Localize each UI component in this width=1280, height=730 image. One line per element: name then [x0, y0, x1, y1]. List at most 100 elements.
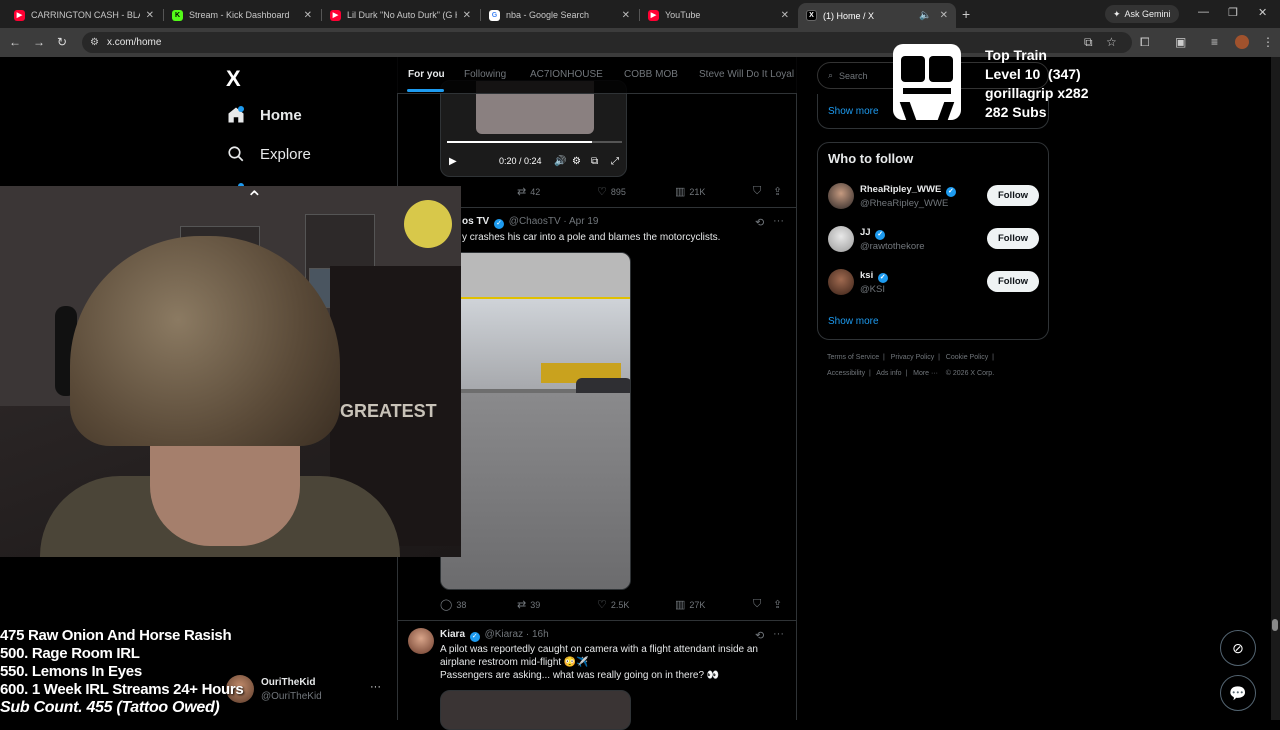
nav-icon-partial[interactable]: ⌃	[246, 186, 263, 211]
sidebar-icon[interactable]: ▣	[1175, 35, 1186, 49]
bookmark-button[interactable]: ⛉	[753, 185, 761, 198]
close-tab-icon[interactable]: ✕	[940, 10, 948, 21]
reply-button[interactable]: ◯ 38	[440, 598, 466, 611]
footer-link-privacy[interactable]: Privacy Policy	[891, 354, 935, 361]
repost-button[interactable]: ⇄ 42	[517, 185, 540, 198]
x-logo[interactable]: X	[226, 66, 241, 92]
like-button[interactable]: ♡ 895	[597, 185, 626, 198]
suggestion-handle[interactable]: @KSI	[860, 284, 885, 295]
tab-cobb-mob[interactable]: COBB MOB	[624, 69, 678, 80]
pip-icon[interactable]: ⧉	[591, 156, 598, 167]
copyright-text: © 2026 X Corp.	[945, 370, 995, 377]
tab-for-you[interactable]: For you	[408, 69, 445, 80]
account-menu-icon[interactable]: ···	[370, 681, 381, 693]
suggestion-name[interactable]: RheaRipley_WWE ✓	[860, 184, 958, 197]
footer-link-cookies[interactable]: Cookie Policy	[946, 354, 988, 361]
ask-gemini-button[interactable]: ✦ Ask Gemini	[1105, 5, 1179, 23]
share-button[interactable]: ⇪	[773, 185, 782, 198]
close-window-icon[interactable]: ✕	[1258, 6, 1267, 19]
browser-tab[interactable]: K Stream - Kick Dashboard ✕	[164, 4, 320, 26]
views-button[interactable]: ▥ 27K	[675, 598, 705, 611]
grok-icon: ⊘	[1232, 639, 1244, 656]
tab-following[interactable]: Following	[464, 69, 506, 80]
new-tab-icon[interactable]: +	[962, 6, 970, 22]
url-field[interactable]: ⚙ x.com/home	[82, 32, 1132, 53]
follow-button[interactable]: Follow	[987, 228, 1039, 249]
gemini-icon: ✦	[1113, 8, 1121, 19]
tweet-author-handle[interactable]: @ChaosTV	[509, 216, 561, 227]
show-more-link[interactable]: Show more	[828, 106, 879, 117]
close-tab-icon[interactable]: ✕	[622, 10, 630, 21]
tweet-date[interactable]: 16h	[532, 629, 549, 640]
account-handle[interactable]: @OuriTheKid	[261, 691, 322, 702]
footer-link-terms[interactable]: Terms of Service	[827, 354, 879, 361]
footer-link-more[interactable]: More ···	[913, 370, 938, 377]
reading-list-icon[interactable]: ≡	[1211, 35, 1218, 49]
tweet-author-handle[interactable]: @Kiaraz	[485, 629, 524, 640]
close-tab-icon[interactable]: ✕	[146, 10, 154, 21]
browser-tab[interactable]: ▶ Lil Durk "No Auto Durk" (G Herbo ✕	[322, 4, 479, 26]
fullscreen-icon[interactable]: ⤢	[611, 156, 619, 167]
close-tab-icon[interactable]: ✕	[781, 10, 789, 21]
tweet-author-name[interactable]: Kiara	[440, 629, 465, 640]
messages-button[interactable]: 💬	[1220, 675, 1256, 711]
suggestion-name[interactable]: JJ ✓	[860, 227, 887, 240]
profile-avatar[interactable]	[1235, 35, 1249, 49]
close-tab-icon[interactable]: ✕	[304, 10, 312, 21]
reload-icon[interactable]: ↻	[57, 35, 67, 49]
verified-badge-icon: ✓	[494, 219, 505, 229]
avatar[interactable]	[828, 269, 854, 295]
browser-tab-active[interactable]: X (1) Home / X 🔈 ✕	[798, 3, 956, 28]
bookmark-star-icon[interactable]: ☆	[1106, 35, 1117, 49]
browser-tab[interactable]: G nba - Google Search ✕	[481, 4, 638, 26]
account-name[interactable]: OuriTheKid	[261, 677, 315, 688]
back-icon[interactable]: ←	[9, 35, 21, 49]
browser-tab[interactable]: ▶ YouTube ✕	[640, 4, 797, 26]
grok-icon[interactable]: ⟲	[755, 629, 764, 642]
avatar[interactable]	[828, 226, 854, 252]
tab-ac7ionhouse[interactable]: AC7IONHOUSE	[530, 69, 603, 80]
browser-tab[interactable]: ▶ CARRINGTON CASH - BLACK BEA ✕	[6, 4, 162, 26]
close-tab-icon[interactable]: ✕	[463, 10, 471, 21]
more-options-icon[interactable]: ···	[773, 628, 784, 640]
minimize-icon[interactable]: —	[1198, 6, 1209, 18]
more-options-icon[interactable]: ···	[773, 215, 784, 227]
suggestion-handle[interactable]: @rawtothekore	[860, 241, 925, 252]
tweet-media[interactable]	[440, 690, 631, 730]
tweet-author-name[interactable]: os TV	[462, 216, 489, 227]
repost-button[interactable]: ⇄ 39	[517, 598, 540, 611]
video-player[interactable]	[440, 252, 631, 590]
restore-icon[interactable]: ❐	[1228, 6, 1238, 19]
browser-menu-icon[interactable]: ⋮	[1262, 35, 1274, 49]
follow-button[interactable]: Follow	[987, 185, 1039, 206]
grok-button[interactable]: ⊘	[1220, 630, 1256, 666]
show-more-link[interactable]: Show more	[828, 316, 879, 327]
avatar[interactable]	[828, 183, 854, 209]
tab-steve-will-do-it-loyal[interactable]: Steve Will Do It Loyal	[699, 69, 794, 80]
train-icon	[893, 44, 961, 120]
volume-icon[interactable]: 🔊	[554, 156, 566, 167]
extensions-icon[interactable]: ⧠	[1140, 35, 1150, 50]
footer-link-accessibility[interactable]: Accessibility	[827, 370, 865, 377]
mute-tab-icon[interactable]: 🔈	[919, 10, 931, 21]
scrollbar-thumb[interactable]	[1272, 619, 1278, 631]
avatar[interactable]	[408, 628, 434, 654]
nav-item-explore[interactable]: Explore	[226, 144, 311, 164]
follow-button[interactable]: Follow	[987, 271, 1039, 292]
video-progress-track[interactable]	[447, 141, 622, 143]
kick-icon: K	[172, 9, 183, 21]
settings-icon[interactable]: ⚙	[572, 156, 581, 167]
grok-icon[interactable]: ⟲	[755, 216, 764, 229]
play-icon[interactable]: ▶	[449, 156, 457, 167]
site-info-icon[interactable]: ⚙	[90, 37, 99, 48]
tweet-date[interactable]: Apr 19	[569, 216, 598, 227]
share-button[interactable]: ⇪	[773, 598, 782, 611]
views-button[interactable]: ▥ 21K	[675, 185, 705, 198]
video-player[interactable]: ▶ 0:20 / 0:24 🔊 ⚙ ⧉ ⤢	[440, 80, 627, 177]
suggestion-name[interactable]: ksi ✓	[860, 270, 890, 283]
forward-icon[interactable]: →	[33, 35, 45, 49]
suggestion-handle[interactable]: @RheaRipley_WWE	[860, 198, 948, 209]
bookmark-button[interactable]: ⛉	[753, 598, 761, 611]
footer-link-ads-info[interactable]: Ads info	[876, 370, 901, 377]
like-button[interactable]: ♡ 2.5K	[597, 598, 629, 611]
